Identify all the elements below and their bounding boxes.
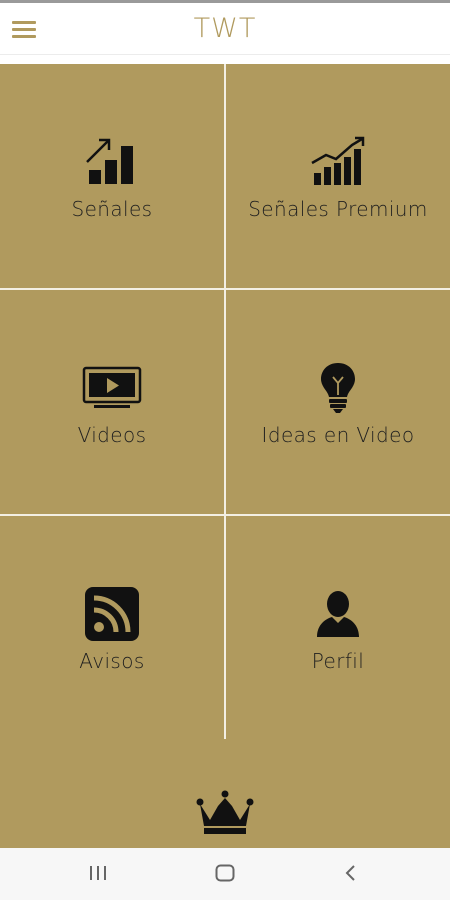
tile-perfil[interactable]: Perfil: [226, 516, 450, 740]
tile-senales[interactable]: Señales: [0, 64, 224, 288]
premium-chart-icon: [308, 132, 368, 192]
tile-label: Ideas en Video: [261, 423, 415, 447]
grid-divider-vertical: [224, 64, 226, 739]
tile-label: Videos: [77, 423, 147, 447]
user-icon: [308, 584, 368, 644]
system-nav-bar: [0, 848, 450, 900]
tile-label: Señales Premium: [248, 197, 428, 221]
app-title: TWT: [193, 13, 257, 44]
app-bar: TWT: [0, 3, 450, 55]
tile-senales-premium[interactable]: Señales Premium: [226, 64, 450, 288]
back-button[interactable]: [330, 860, 370, 890]
lightbulb-icon: [308, 358, 368, 418]
tv-play-icon: [82, 358, 142, 418]
tile-label: Perfil: [311, 649, 365, 673]
grid-divider-horizontal: [0, 288, 450, 290]
tile-label: Señales: [71, 197, 153, 221]
tile-videos[interactable]: Videos: [0, 290, 224, 514]
home-button[interactable]: [205, 860, 245, 890]
recent-apps-icon: [89, 865, 107, 885]
tile-label: Avisos: [79, 649, 145, 673]
menu-grid: Señales Señales Premium Videos Ideas en …: [0, 64, 450, 848]
grid-divider-horizontal: [0, 514, 450, 516]
tile-ideas-en-video[interactable]: Ideas en Video: [226, 290, 450, 514]
signals-chart-icon: [82, 132, 142, 192]
home-icon: [215, 864, 235, 886]
back-icon: [344, 864, 356, 886]
tile-avisos[interactable]: Avisos: [0, 516, 224, 740]
rss-icon: [82, 584, 142, 644]
recent-apps-button[interactable]: [78, 860, 118, 890]
crown-icon: [196, 790, 254, 836]
